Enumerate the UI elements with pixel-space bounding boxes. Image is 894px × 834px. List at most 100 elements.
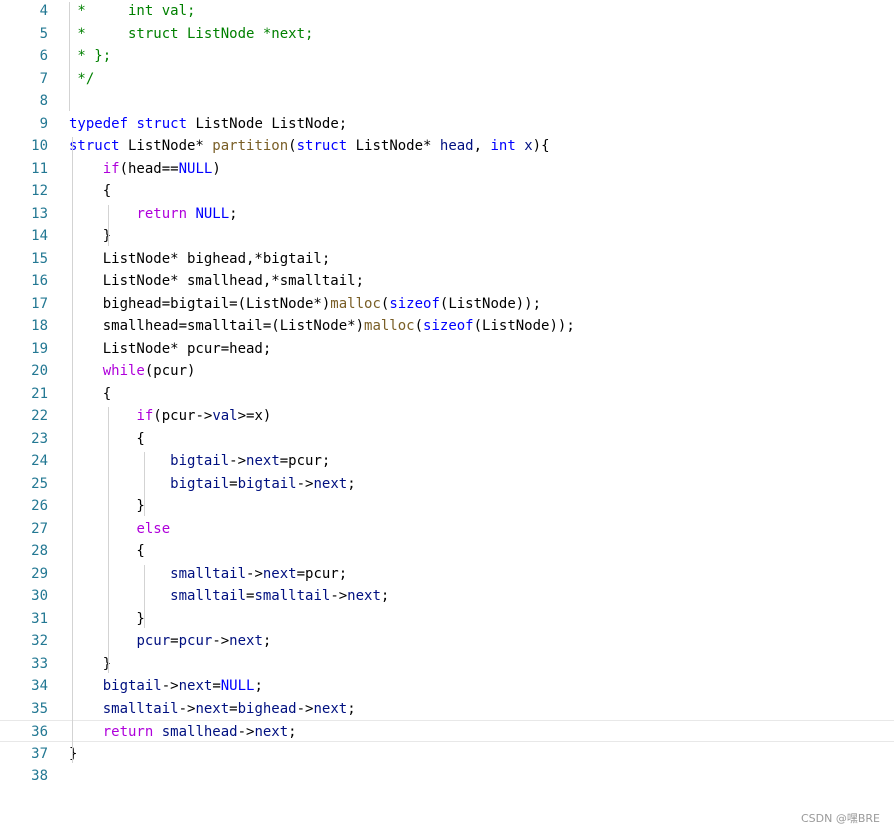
code-line[interactable]: 31 }	[0, 608, 894, 630]
code-token: ->	[229, 453, 247, 469]
line-number: 9	[39, 115, 48, 132]
code-token: }	[69, 655, 112, 672]
code-token: val	[212, 408, 238, 424]
code-token: }	[69, 610, 145, 627]
code-token: int	[490, 138, 516, 154]
code-token: {	[69, 430, 145, 447]
line-number: 24	[31, 453, 48, 469]
line-number: 37	[31, 745, 48, 762]
code-line[interactable]: 6 * };	[0, 45, 894, 67]
code-text: {	[69, 428, 145, 450]
code-token: (head==	[119, 160, 179, 177]
code-text: if(head==NULL)	[69, 158, 221, 180]
code-line[interactable]: 12 {	[0, 180, 894, 202]
code-token: return	[136, 205, 188, 222]
code-line[interactable]: 35 smalltail->next=bighead->next;	[0, 698, 894, 720]
line-number: 11	[31, 160, 48, 177]
code-token: {	[69, 543, 145, 559]
line-number: 19	[31, 340, 48, 357]
code-token: ,	[473, 138, 491, 154]
code-token: ListNode ListNode;	[187, 115, 348, 132]
line-number: 10	[31, 138, 48, 154]
code-line[interactable]: 7 */	[0, 68, 894, 90]
code-text: smallhead=smalltail=(ListNode*)malloc(si…	[69, 315, 575, 337]
indent-guide	[144, 452, 145, 516]
code-line[interactable]: 16 ListNode* smallhead,*smalltail;	[0, 270, 894, 292]
code-token: {	[69, 385, 112, 402]
code-token: malloc	[364, 318, 415, 334]
code-line[interactable]: 22 if(pcur->val>=x)	[0, 405, 894, 427]
code-text: while(pcur)	[69, 360, 196, 382]
line-number: 13	[31, 205, 48, 222]
code-line[interactable]: 14 }	[0, 225, 894, 247]
code-text: bigtail=bigtail->next;	[69, 473, 355, 495]
code-line[interactable]: 11 if(head==NULL)	[0, 158, 894, 180]
line-number: 30	[31, 588, 48, 604]
code-token: NULL	[195, 205, 230, 222]
code-token: struct	[296, 138, 348, 154]
code-line[interactable]: 4 * int val;	[0, 0, 894, 22]
code-line[interactable]: 18 smallhead=smalltail=(ListNode*)malloc…	[0, 315, 894, 337]
code-line[interactable]: 13 return NULL;	[0, 203, 894, 225]
code-token: next	[262, 565, 297, 582]
code-text: ListNode* smallhead,*smalltail;	[69, 270, 364, 292]
code-line[interactable]: 5 * struct ListNode *next;	[0, 23, 894, 45]
code-line[interactable]: 17 bighead=bigtail=(ListNode*)malloc(siz…	[0, 293, 894, 315]
code-line[interactable]: 20 while(pcur)	[0, 360, 894, 382]
code-token: =	[212, 678, 221, 694]
code-line[interactable]: 29 smalltail->next=pcur;	[0, 563, 894, 585]
line-number: 5	[39, 25, 48, 42]
code-line[interactable]: 26 }	[0, 495, 894, 517]
code-text: * int val;	[69, 0, 195, 22]
code-token: ->	[296, 475, 314, 492]
code-token: partition	[212, 138, 289, 154]
code-token: head	[439, 138, 474, 154]
code-line[interactable]: 38	[0, 765, 894, 787]
code-line[interactable]: 37}	[0, 743, 894, 765]
code-token: bighead=bigtail=(ListNode*)	[69, 295, 331, 312]
code-token: ;	[254, 678, 263, 694]
code-token: ->	[212, 633, 230, 649]
code-line[interactable]: 23 {	[0, 428, 894, 450]
code-line[interactable]: 33 }	[0, 653, 894, 675]
code-line[interactable]: 10 struct ListNode* partition(struct List…	[0, 135, 894, 157]
code-line[interactable]: 34 bigtail->next=NULL;	[0, 675, 894, 697]
code-token: if	[136, 408, 154, 424]
line-number: 6	[39, 48, 48, 64]
code-text: else	[69, 518, 170, 540]
code-text: */	[69, 68, 94, 90]
code-line[interactable]: 15 ListNode* bighead,*bigtail;	[0, 248, 894, 270]
code-token: next	[347, 588, 381, 604]
code-line[interactable]: 28 {	[0, 540, 894, 562]
code-line[interactable]: 9 typedef struct ListNode ListNode;	[0, 113, 894, 135]
code-line[interactable]: 8	[0, 90, 894, 112]
code-token: ->	[330, 588, 348, 604]
code-line[interactable]: 21 {	[0, 383, 894, 405]
code-line[interactable]: 27 else	[0, 518, 894, 540]
code-token: ListNode*	[119, 138, 213, 154]
code-token: ->	[161, 678, 179, 694]
code-line[interactable]: 24 bigtail->next=pcur;	[0, 450, 894, 472]
code-line[interactable]: 36 return smallhead->next;	[0, 720, 894, 742]
code-line[interactable]: 25 bigtail=bigtail->next;	[0, 473, 894, 495]
code-text: typedef struct ListNode ListNode;	[69, 113, 347, 135]
code-line[interactable]: 19 ListNode* pcur=head;	[0, 338, 894, 360]
line-number: 12	[31, 183, 48, 199]
code-token: x	[524, 138, 533, 154]
line-number: 22	[31, 408, 48, 424]
code-line[interactable]: 32 pcur=pcur->next;	[0, 630, 894, 652]
code-text: }	[69, 225, 111, 247]
code-line[interactable]: 30 smalltail=smalltail->next;	[0, 585, 894, 607]
code-token: next	[195, 700, 230, 717]
code-text: {	[69, 383, 111, 405]
code-editor[interactable]: 4 * int val; 5 * struct ListNode *next; 6 …	[0, 0, 894, 834]
code-token: (pcur)	[144, 363, 196, 379]
code-text: smalltail->next=bighead->next;	[69, 698, 356, 720]
line-number: 36	[31, 724, 48, 740]
line-number: 35	[31, 700, 48, 717]
code-token: pcur	[136, 633, 171, 649]
